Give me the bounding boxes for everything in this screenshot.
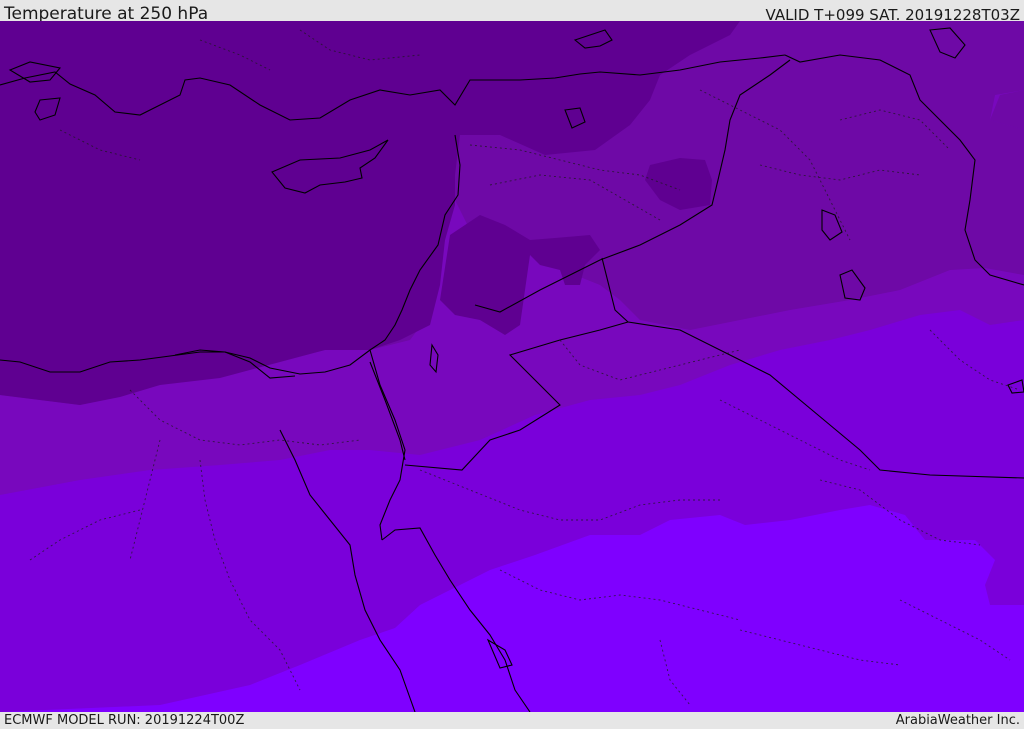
temperature-map[interactable] — [0, 21, 1024, 712]
footer-bar: ECMWF MODEL RUN: 20191224T00Z ArabiaWeat… — [0, 712, 1024, 729]
map-canvas — [0, 21, 1024, 712]
credit: ArabiaWeather Inc. — [895, 713, 1020, 728]
model-run: ECMWF MODEL RUN: 20191224T00Z — [4, 713, 245, 728]
header-bar: Temperature at 250 hPa VALID T+099 SAT. … — [0, 0, 1024, 24]
